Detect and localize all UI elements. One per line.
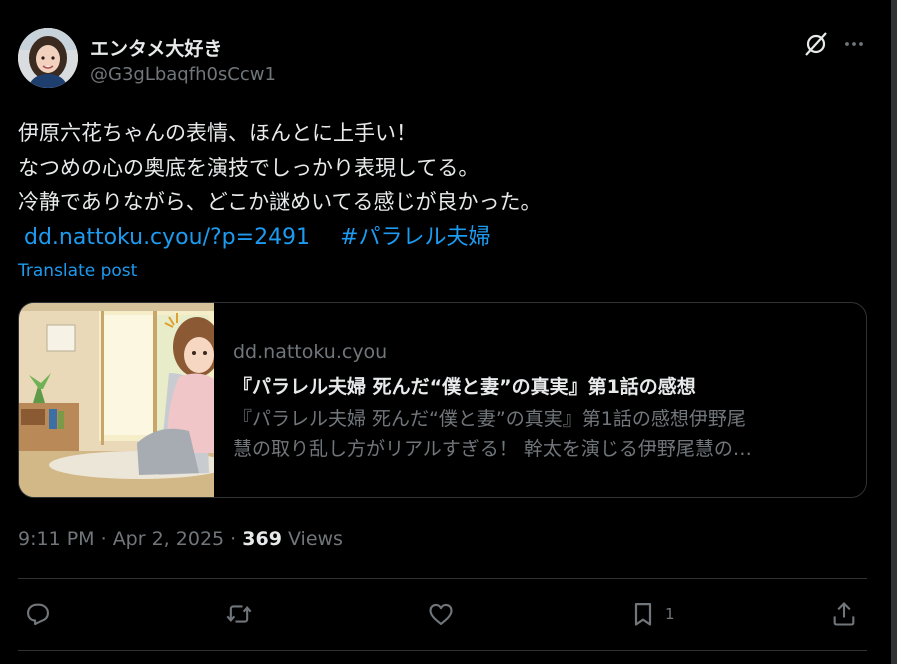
card-thumbnail <box>19 303 214 497</box>
bookmark-icon <box>634 602 652 626</box>
bookmark-count: 1 <box>665 605 675 623</box>
meta-separator: · <box>224 528 243 550</box>
divider <box>18 650 867 651</box>
avatar-image <box>18 28 78 88</box>
divider <box>18 578 867 579</box>
post-date[interactable]: Apr 2, 2025 <box>113 528 224 550</box>
post-time[interactable]: 9:11 PM <box>18 528 95 550</box>
meta-separator: · <box>94 528 113 550</box>
post-header: エンタメ大好き @G3gLbaqfh0sCcw1 <box>18 28 870 90</box>
reply-icon <box>27 603 49 626</box>
views-count[interactable]: 369 <box>242 528 282 550</box>
link-preview-card[interactable]: dd.nattoku.cyou 『パラレル夫婦 死んだ“僕と妻”の真実』第1話の… <box>18 302 867 498</box>
grok-button[interactable] <box>802 30 830 58</box>
display-name[interactable]: エンタメ大好き <box>90 34 222 61</box>
post-line: 冷静でありながら、どこか謎めいてる感じが良かった。 <box>18 190 542 214</box>
heart-icon <box>429 603 453 625</box>
bookmark-button[interactable]: 1 <box>629 596 675 632</box>
card-title: 『パラレル夫婦 死んだ“僕と妻”の真実』第1話の感想 <box>233 376 696 398</box>
grok-icon <box>805 32 827 56</box>
translate-post-link[interactable]: Translate post <box>18 261 137 281</box>
reply-button[interactable] <box>24 596 52 632</box>
share-icon <box>833 602 855 626</box>
like-button[interactable] <box>427 596 455 632</box>
card-description-line: 『パラレル夫婦 死んだ“僕と妻”の真実』第1話の感想伊野尾 <box>233 408 746 430</box>
more-options-button[interactable] <box>840 30 868 58</box>
post-url-link[interactable]: dd.nattoku.cyou/?p=2491 <box>24 225 310 250</box>
action-bar: 1 <box>18 596 867 632</box>
share-button[interactable] <box>830 596 858 632</box>
post-line: なつめの心の奥底を演技でしっかり表現してる。 <box>18 155 480 180</box>
card-description: 『パラレル夫婦 死んだ“僕と妻”の真実』第1話の感想伊野尾 慧の取り乱し方がリア… <box>233 404 845 464</box>
post-links: dd.nattoku.cyou/?p=2491 #パラレル夫婦 <box>24 219 491 251</box>
post-meta: 9:11 PM · Apr 2, 2025 · 369 Views <box>18 528 343 550</box>
more-dots-icon <box>845 42 863 46</box>
avatar[interactable] <box>18 28 78 88</box>
views-label: Views <box>281 528 343 550</box>
post-line: 伊原六花ちゃんの表情、ほんとに上手い！ <box>18 121 417 145</box>
card-domain: dd.nattoku.cyou <box>233 341 388 363</box>
hashtag-link[interactable]: #パラレル夫婦 <box>340 225 490 250</box>
column-border <box>891 0 897 664</box>
user-handle[interactable]: @G3gLbaqfh0sCcw1 <box>90 64 276 85</box>
post-text: 伊原六花ちゃんの表情、ほんとに上手い！ なつめの心の奥底を演技でしっかり表現して… <box>18 116 858 220</box>
repost-icon <box>226 605 252 623</box>
repost-button[interactable] <box>225 596 253 632</box>
card-description-line: 慧の取り乱し方がリアルすぎる！ 幹太を演じる伊野尾慧の… <box>233 438 752 460</box>
